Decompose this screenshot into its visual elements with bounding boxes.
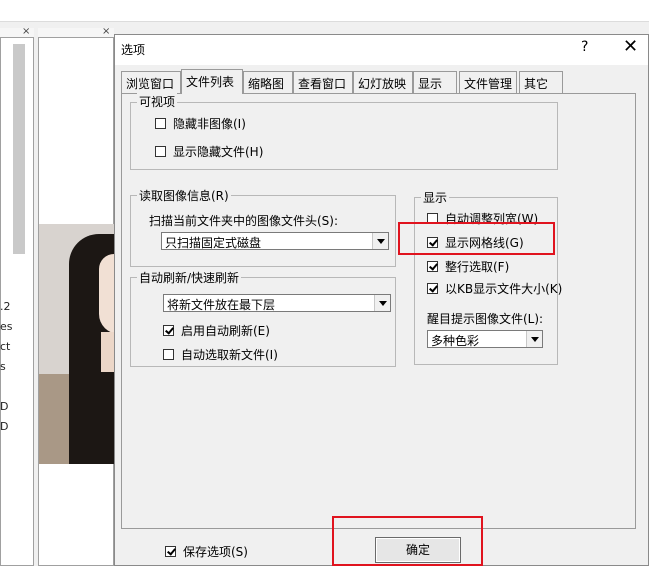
highlight-color-dropdown[interactable]: 多种色彩 xyxy=(427,330,543,348)
checkbox-label: 自动选取新文件(I) xyxy=(181,348,278,362)
group-label: 读取图像信息(R) xyxy=(137,187,231,204)
scan-header-label: 扫描当前文件夹中的图像文件头(S): xyxy=(149,214,339,228)
tab-file-management[interactable]: 文件管理 xyxy=(459,71,517,93)
chevron-down-icon[interactable] xyxy=(374,295,390,311)
checkbox-box[interactable] xyxy=(427,261,438,272)
chevron-down-icon[interactable] xyxy=(526,331,542,347)
tab-file-list[interactable]: 文件列表 xyxy=(181,69,243,94)
checkbox-label: 以KB显示文件大小(K) xyxy=(445,282,563,296)
help-icon[interactable]: ? xyxy=(581,39,588,55)
tab-thumbnails[interactable]: 缩略图 xyxy=(243,71,293,93)
dropdown-value: 将新文件放在最下层 xyxy=(167,298,276,312)
kb-size-checkbox[interactable]: 以KB显示文件大小(K) xyxy=(427,280,562,297)
checkbox-box[interactable] xyxy=(163,325,174,336)
tab-display[interactable]: 显示 xyxy=(413,71,457,93)
checkbox-label: 显示隐藏文件(H) xyxy=(173,145,264,159)
save-options-checkbox[interactable]: 保存选项(S) xyxy=(165,543,248,560)
group-label: 自动刷新/快速刷新 xyxy=(137,269,242,286)
checkbox-label: 整行选取(F) xyxy=(445,260,510,274)
hide-non-images-checkbox[interactable]: 隐藏非图像(I) xyxy=(155,115,246,132)
group-label: 可视项 xyxy=(137,93,178,110)
highlight-images-label: 醒目提示图像文件(L): xyxy=(427,312,544,326)
pane-close-icon[interactable]: × xyxy=(22,26,30,37)
auto-refresh-group: 自动刷新/快速刷新 将新文件放在最下层 启用自动刷新(E) 自动选取新文件(I) xyxy=(130,269,396,367)
checkbox-box[interactable] xyxy=(155,118,166,129)
tab-other[interactable]: 其它 xyxy=(519,71,563,93)
full-row-select-checkbox[interactable]: 整行选取(F) xyxy=(427,258,509,275)
checkbox-label: 隐藏非图像(I) xyxy=(173,117,246,131)
enable-auto-refresh-checkbox[interactable]: 启用自动刷新(E) xyxy=(163,322,270,339)
visible-items-group: 可视项 隐藏非图像(I) 显示隐藏文件(H) xyxy=(130,93,558,170)
pane-close-icon[interactable]: × xyxy=(102,26,110,37)
dropdown-value: 只扫描固定式磁盘 xyxy=(165,236,262,250)
side-text: .2 xyxy=(0,300,11,313)
group-label: 显示 xyxy=(421,189,450,206)
checkbox-box[interactable] xyxy=(165,546,176,557)
close-icon[interactable]: ✕ xyxy=(623,36,638,57)
dropdown-value: 多种色彩 xyxy=(431,334,480,348)
preview-photo xyxy=(39,224,114,464)
read-image-info-group: 读取图像信息(R) 扫描当前文件夹中的图像文件头(S): 只扫描固定式磁盘 xyxy=(130,187,396,267)
folder-tree-scrollbar[interactable] xyxy=(13,44,25,254)
tab-slideshow[interactable]: 幻灯放映 xyxy=(353,71,413,93)
side-text: s xyxy=(0,360,6,373)
highlight-box-ok xyxy=(332,516,483,566)
checkbox-label: 保存选项(S) xyxy=(183,545,248,559)
dialog-titlebar: 选项 ? ✕ xyxy=(115,35,648,65)
highlight-box-show-grid xyxy=(398,222,555,255)
file-list-tab-panel: 可视项 隐藏非图像(I) 显示隐藏文件(H) 读取图像信息(R) 扫描当前文件夹… xyxy=(121,93,636,529)
checkbox-label: 启用自动刷新(E) xyxy=(181,324,270,338)
chevron-down-icon[interactable] xyxy=(372,233,388,249)
new-file-position-dropdown[interactable]: 将新文件放在最下层 xyxy=(163,294,391,312)
tab-view-window[interactable]: 查看窗口 xyxy=(293,71,353,93)
options-dialog: 选项 ? ✕ 浏览窗口 文件列表 缩略图 查看窗口 幻灯放映 显示 文件管理 其… xyxy=(114,34,649,566)
show-hidden-files-checkbox[interactable]: 显示隐藏文件(H) xyxy=(155,143,263,160)
scan-mode-dropdown[interactable]: 只扫描固定式磁盘 xyxy=(161,232,389,250)
background-window-top xyxy=(0,0,649,22)
checkbox-box[interactable] xyxy=(163,349,174,360)
side-text: ct xyxy=(0,340,11,353)
dialog-title: 选项 xyxy=(121,43,146,57)
auto-select-new-checkbox[interactable]: 自动选取新文件(I) xyxy=(163,346,278,363)
checkbox-box[interactable] xyxy=(427,283,438,294)
checkbox-box[interactable] xyxy=(155,146,166,157)
side-text: es xyxy=(0,320,13,333)
tab-browse-window[interactable]: 浏览窗口 xyxy=(121,71,181,93)
side-text: D xyxy=(0,420,9,433)
side-text: D xyxy=(0,400,9,413)
